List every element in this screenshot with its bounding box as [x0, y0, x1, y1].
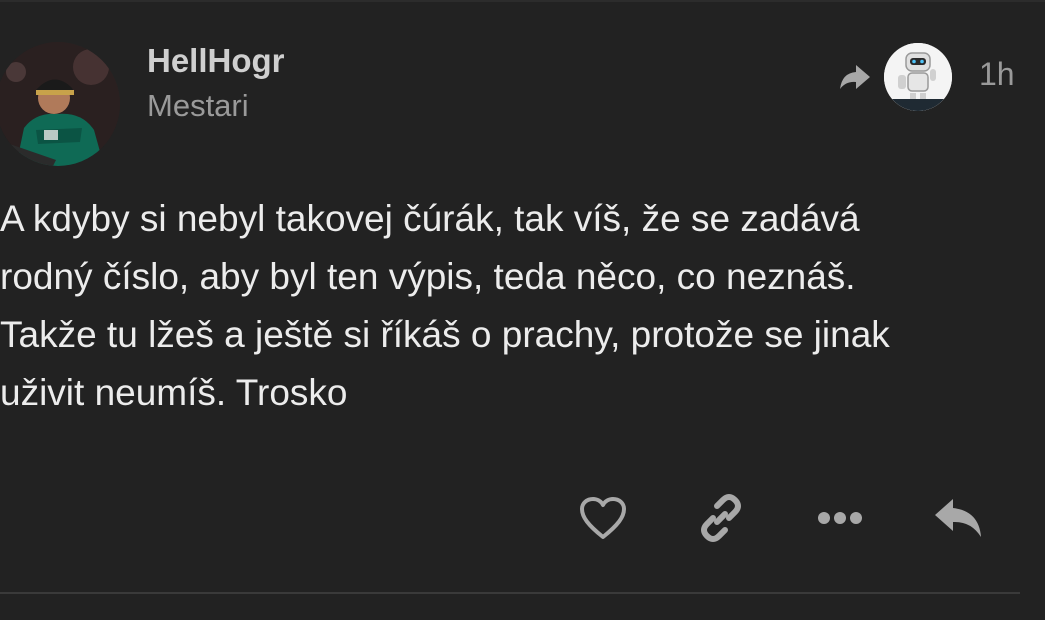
user-title: Mestari [147, 88, 249, 123]
post-body: A kdyby si nebyl takovej čúrák, tak víš,… [0, 190, 1045, 422]
reply-icon [935, 499, 981, 537]
reply-arrow-icon [840, 65, 870, 89]
reply-to-avatar[interactable] [884, 43, 952, 111]
post-text-line: rodný číslo, aby byl ten výpis, teda něc… [0, 256, 856, 297]
reply-button[interactable] [930, 490, 986, 546]
username[interactable]: HellHogr [147, 42, 285, 80]
post-time[interactable]: 1h [979, 56, 1015, 93]
post-text-line: uživit neumíš. Trosko [0, 372, 348, 413]
more-dots-icon [818, 512, 862, 524]
post-text-line: A kdyby si nebyl takovej čúrák, tak víš,… [0, 198, 860, 239]
post-text-line: Takže tu lžeš a ještě si říkáš o prachy,… [0, 314, 890, 355]
more-actions-button[interactable] [812, 490, 868, 546]
like-button[interactable] [575, 490, 631, 546]
share-link-button[interactable] [693, 490, 749, 546]
heart-icon [580, 497, 626, 539]
reply-to-indicator[interactable] [834, 42, 952, 112]
bottom-divider [0, 592, 1020, 594]
avatar[interactable] [0, 42, 120, 166]
post-actions [0, 490, 1045, 546]
top-divider [0, 0, 1045, 2]
link-icon [701, 494, 741, 542]
